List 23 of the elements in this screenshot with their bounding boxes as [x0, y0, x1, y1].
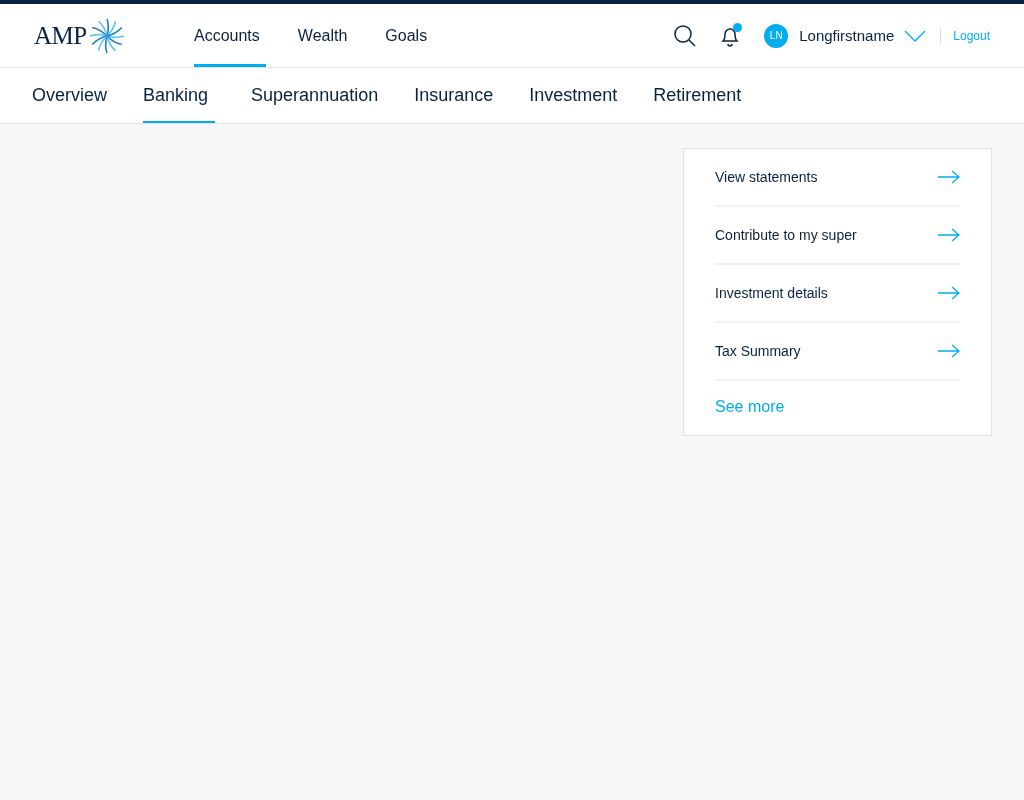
sub-nav-tab[interactable]: Overview	[32, 68, 107, 123]
search-icon	[674, 24, 697, 47]
user-avatar: LN	[764, 23, 789, 48]
logo-text: AMP	[34, 21, 87, 50]
quick-link[interactable]: View statements	[715, 149, 960, 207]
quick-link[interactable]: Tax Summary	[715, 323, 960, 381]
arrow-right-icon	[938, 170, 960, 184]
sub-nav-tab[interactable]: Investment	[529, 68, 618, 123]
arrow-right-icon	[938, 286, 960, 300]
sub-nav-tab[interactable]: Banking	[143, 68, 216, 123]
nav-tab[interactable]: Wealth	[297, 4, 354, 67]
nav-tab[interactable]: Goals	[385, 4, 434, 67]
sub-nav-tab[interactable]: Retirement	[653, 68, 742, 123]
sub-nav-tab[interactable]: Superannuation	[251, 68, 379, 123]
sub-nav-tab[interactable]: Insurance	[414, 68, 494, 123]
quick-link[interactable]: Investment details	[715, 265, 960, 323]
search-button[interactable]	[674, 24, 697, 47]
quick-link[interactable]: Contribute to my super	[715, 207, 960, 265]
starburst-logo-icon	[88, 16, 125, 55]
notifications-button[interactable]	[720, 24, 741, 47]
user-menu-button[interactable]: Longfirstname	[799, 27, 895, 44]
arrow-right-icon	[938, 344, 960, 358]
arrow-right-icon	[938, 228, 960, 242]
